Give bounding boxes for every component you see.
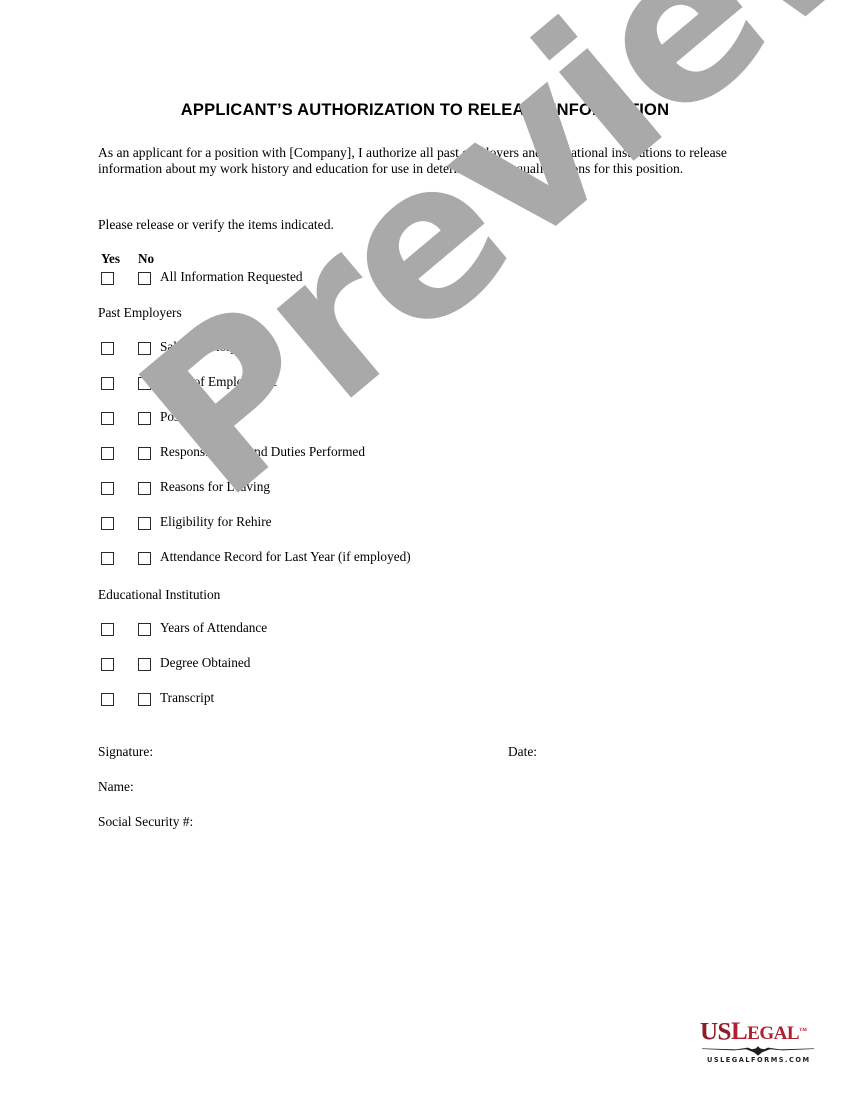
- page-title: APPLICANT’S AUTHORIZATION TO RELEASE INF…: [180, 101, 670, 119]
- checkbox-label-positions-held: Positions Held: [160, 409, 238, 424]
- instruction-text: Please release or verify the items indic…: [98, 217, 334, 232]
- checkbox-yes-eligibility-for-rehire[interactable]: [101, 517, 114, 530]
- logo-us-text: US: [700, 1018, 731, 1046]
- trademark-icon: ™: [799, 1026, 808, 1035]
- checkbox-label-reasons-for-leaving: Reasons for Leaving: [160, 479, 271, 494]
- checkbox-no-eligibility-for-rehire[interactable]: [138, 517, 151, 530]
- name-label: Name:: [98, 779, 134, 794]
- logo-legal-text: LEGAL: [730, 1018, 800, 1046]
- checkbox-label-transcript: Transcript: [160, 690, 215, 705]
- checkbox-label-all-information: All Information Requested: [160, 269, 303, 284]
- social-security-label: Social Security #:: [98, 814, 194, 829]
- checkbox-label-degree-obtained: Degree Obtained: [160, 655, 251, 670]
- checkbox-yes-transcript[interactable]: [101, 693, 114, 706]
- yes-column-header: Yes: [101, 251, 121, 266]
- checkbox-no-years-of-attendance[interactable]: [138, 623, 151, 636]
- checkbox-yes-attendance-record[interactable]: [101, 552, 114, 565]
- uslegal-logo: USLEGAL™ USLEGALFORMS.COM: [700, 1018, 820, 1070]
- signature-label: Signature:: [98, 744, 154, 759]
- checkbox-yes-positions-held[interactable]: [101, 412, 114, 425]
- date-label: Date:: [508, 744, 537, 759]
- logo-legal-rest: EGAL: [747, 1023, 800, 1045]
- checkbox-no-salary-history[interactable]: [138, 342, 151, 355]
- checkbox-no-responsibilities[interactable]: [138, 447, 151, 460]
- checkbox-label-years-of-attendance: Years of Attendance: [160, 620, 268, 635]
- section-heading-past-employers: Past Employers: [98, 305, 182, 320]
- checkbox-yes-reasons-for-leaving[interactable]: [101, 482, 114, 495]
- eagle-icon: [702, 1046, 814, 1056]
- checkbox-label-responsibilities: Responsibilities and Duties Performed: [160, 444, 365, 459]
- checkbox-no-dates-of-employment[interactable]: [138, 377, 151, 390]
- checkbox-yes-salary-history[interactable]: [101, 342, 114, 355]
- intro-paragraph: As an applicant for a position with [Com…: [98, 145, 727, 176]
- checkbox-label-attendance-record: Attendance Record for Last Year (if empl…: [160, 549, 411, 564]
- checkbox-yes-years-of-attendance[interactable]: [101, 623, 114, 636]
- document-page: APPLICANT’S AUTHORIZATION TO RELEASE INF…: [0, 0, 850, 1100]
- checkbox-no-reasons-for-leaving[interactable]: [138, 482, 151, 495]
- checkbox-label-eligibility-for-rehire: Eligibility for Rehire: [160, 514, 272, 529]
- no-column-header: No: [138, 251, 155, 266]
- checkbox-label-dates-of-employment: Dates of Employment: [160, 374, 277, 389]
- checkbox-yes-dates-of-employment[interactable]: [101, 377, 114, 390]
- checkbox-label-salary-history: Salary History: [160, 339, 238, 354]
- checkbox-no-all-information[interactable]: [138, 272, 151, 285]
- uslegal-wordmark: USLEGAL™: [700, 1018, 807, 1048]
- checkbox-yes-all-information[interactable]: [101, 272, 114, 285]
- checkbox-no-transcript[interactable]: [138, 693, 151, 706]
- logo-tagline: USLEGALFORMS.COM: [707, 1056, 811, 1064]
- checkbox-no-attendance-record[interactable]: [138, 552, 151, 565]
- checkbox-yes-responsibilities[interactable]: [101, 447, 114, 460]
- checkbox-no-positions-held[interactable]: [138, 412, 151, 425]
- checkbox-yes-degree-obtained[interactable]: [101, 658, 114, 671]
- checkbox-no-degree-obtained[interactable]: [138, 658, 151, 671]
- section-heading-educational-institution: Educational Institution: [98, 587, 221, 602]
- logo-legal-cap: L: [730, 1018, 748, 1046]
